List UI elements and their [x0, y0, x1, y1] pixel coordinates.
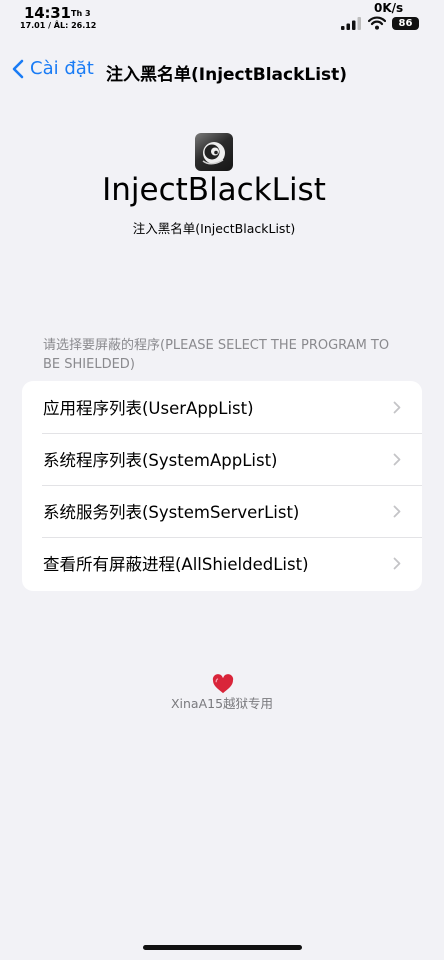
list-item-system-servers[interactable]: 系统服务列表(SystemServerList)	[22, 485, 422, 537]
list-item-label: 系统程序列表(SystemAppList)	[43, 451, 278, 470]
status-time: 14:31	[24, 4, 71, 22]
back-button[interactable]: Cài đặt	[12, 58, 94, 79]
section-header: 请选择要屏蔽的程序(PLEASE SELECT THE PROGRAM TO B…	[43, 338, 390, 372]
program-list: 应用程序列表(UserAppList) 系统程序列表(SystemAppList…	[22, 381, 422, 591]
wifi-icon	[368, 16, 386, 30]
battery-level: 86	[398, 18, 413, 29]
chevron-right-icon	[393, 453, 401, 466]
list-item-label: 查看所有屏蔽进程(AllShieldedList)	[43, 555, 309, 574]
list-item-system-apps[interactable]: 系统程序列表(SystemAppList)	[22, 433, 422, 485]
network-speed: 0K/s	[374, 1, 404, 15]
list-item-all-shielded[interactable]: 查看所有屏蔽进程(AllShieldedList)	[22, 537, 422, 589]
battery-icon: 86	[392, 17, 419, 30]
chevron-right-icon	[393, 505, 401, 518]
chevron-left-icon	[12, 59, 24, 78]
cellular-signal-icon	[341, 17, 361, 30]
heart-icon	[212, 674, 234, 694]
page-title: 注入黑名单(InjectBlackList)	[106, 65, 348, 85]
back-button-label: Cài đặt	[30, 58, 94, 79]
status-bar: 14:31 Th 3 17.01 / ÂL: 26.12 0K/s 86	[0, 0, 444, 36]
chevron-right-icon	[393, 401, 401, 414]
list-item-user-apps[interactable]: 应用程序列表(UserAppList)	[22, 381, 422, 433]
status-date: 17.01 / ÂL: 26.12	[20, 21, 97, 30]
home-indicator[interactable]	[143, 945, 302, 950]
app-subtitle: 注入黑名单(InjectBlackList)	[132, 221, 296, 236]
chevron-right-icon	[393, 557, 401, 570]
list-item-label: 系统服务列表(SystemServerList)	[43, 503, 300, 522]
list-item-label: 应用程序列表(UserAppList)	[43, 399, 254, 418]
app-name: InjectBlackList	[102, 172, 326, 208]
footer-text: XinaA15越狱专用	[170, 696, 274, 711]
swirl-logo-icon	[202, 142, 225, 165]
navigation-bar: Cài đặt 注入黑名单(InjectBlackList)	[0, 52, 444, 90]
status-day: Th 3	[71, 9, 91, 18]
app-icon	[195, 133, 233, 171]
